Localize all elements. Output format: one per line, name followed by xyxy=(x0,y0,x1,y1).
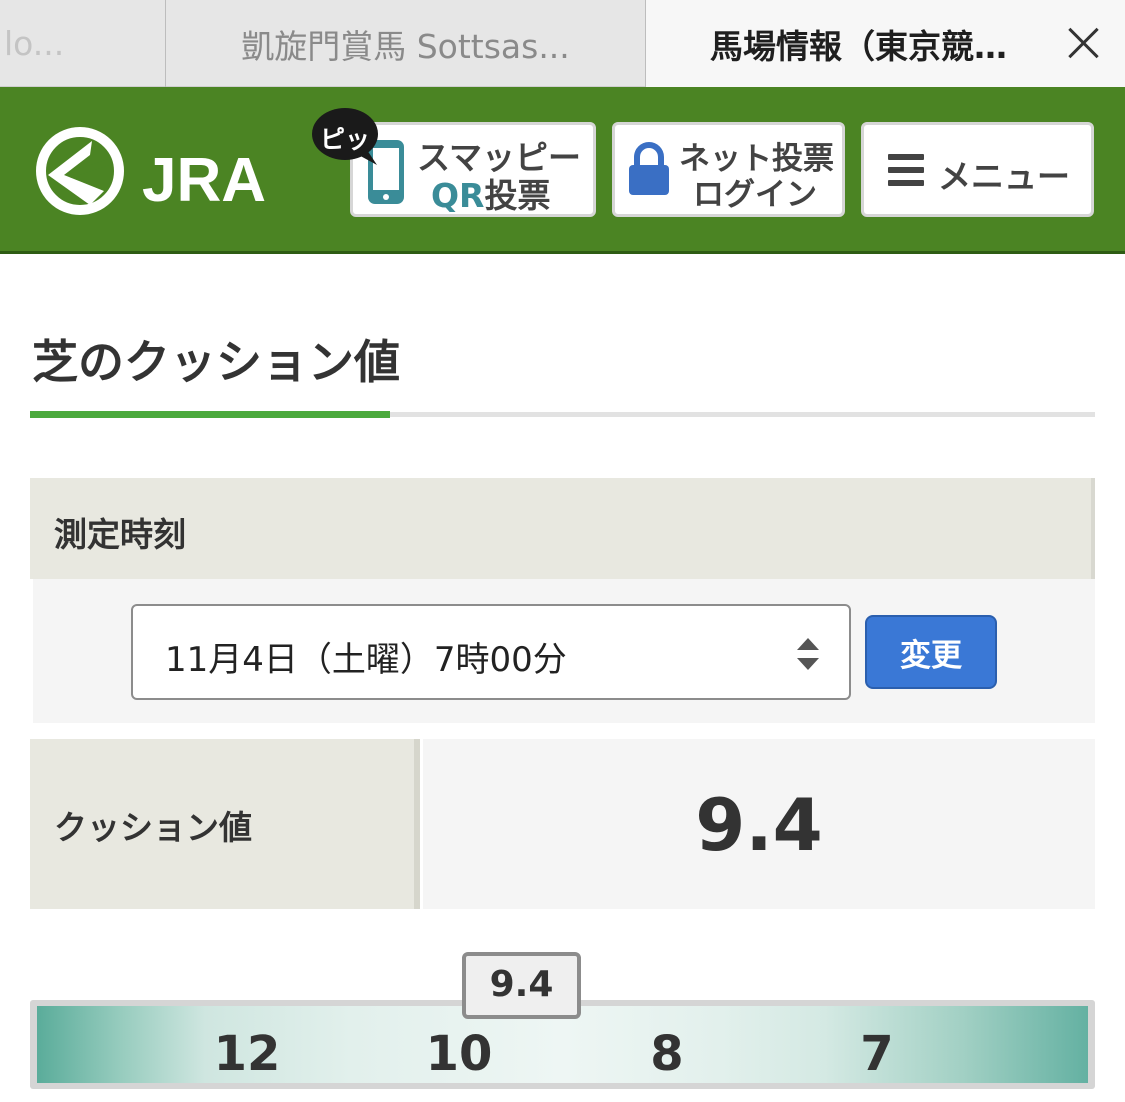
hamburger-icon xyxy=(888,154,924,186)
tab-title: lo... xyxy=(4,24,65,63)
site-header: JRA スマッピー QR投票 ネット投票 ログイン メニュー xyxy=(0,87,1125,254)
jra-logo-icon: JRA xyxy=(36,127,266,215)
scale-tick-label: 8 xyxy=(650,1026,684,1082)
measure-time-select-value: 11月4日（土曜）7時00分 xyxy=(165,640,567,680)
browser-tab-active[interactable]: 馬場情報（東京競… xyxy=(646,0,1125,87)
measure-time-row: 11月4日（土曜）7時00分 変更 xyxy=(33,579,1095,723)
page-title: 芝のクッション値 xyxy=(32,335,400,389)
browser-tab[interactable]: 凱旋門賞馬 Sottsas... xyxy=(166,0,646,87)
pitt-badge: ピッ xyxy=(311,107,383,167)
cushion-scale-indicator-value: 9.4 xyxy=(489,964,554,1005)
net-button-line2: ログイン xyxy=(693,177,817,213)
qr-button-line2: QR投票 xyxy=(431,169,550,217)
title-divider-accent xyxy=(30,411,390,418)
cushion-scale-indicator: 9.4 xyxy=(462,952,581,1019)
jra-logo[interactable]: JRA xyxy=(30,121,280,221)
scale-tick-label: 12 xyxy=(213,1026,281,1082)
scale-tick-label: 7 xyxy=(860,1026,894,1082)
pitt-badge-text: ピッ xyxy=(319,125,370,154)
lock-icon xyxy=(629,142,669,195)
cushion-value: 9.4 xyxy=(695,783,823,867)
cushion-label-cell: クッション値 xyxy=(30,739,420,909)
tab-title: 凱旋門賞馬 Sottsas... xyxy=(241,26,570,66)
cushion-value-cell: 9.4 xyxy=(423,739,1095,909)
logo-text: JRA xyxy=(142,146,266,215)
select-updown-icon xyxy=(797,638,819,670)
menu-button[interactable]: メニュー xyxy=(861,122,1094,217)
qr-text: QR xyxy=(431,176,485,215)
measure-time-label: 測定時刻 xyxy=(54,515,186,554)
tab-title: 馬場情報（東京競… xyxy=(710,26,1007,66)
net-vote-login-button[interactable]: ネット投票 ログイン xyxy=(612,122,845,217)
browser-tab[interactable]: lo... xyxy=(0,0,166,87)
vote-text: 投票 xyxy=(484,176,551,215)
close-tab-icon[interactable] xyxy=(1063,22,1103,62)
smappy-qr-vote-button[interactable]: スマッピー QR投票 xyxy=(350,122,596,217)
measure-time-header: 測定時刻 xyxy=(30,478,1095,579)
cushion-label: クッション値 xyxy=(54,808,252,847)
menu-label: メニュー xyxy=(938,157,1070,196)
change-button[interactable]: 変更 xyxy=(865,615,997,689)
browser-tab-bar: lo... 凱旋門賞馬 Sottsas... 馬場情報（東京競… xyxy=(0,0,1125,87)
measure-time-select[interactable]: 11月4日（土曜）7時00分 xyxy=(131,604,851,700)
scale-tick-label: 10 xyxy=(425,1026,493,1082)
